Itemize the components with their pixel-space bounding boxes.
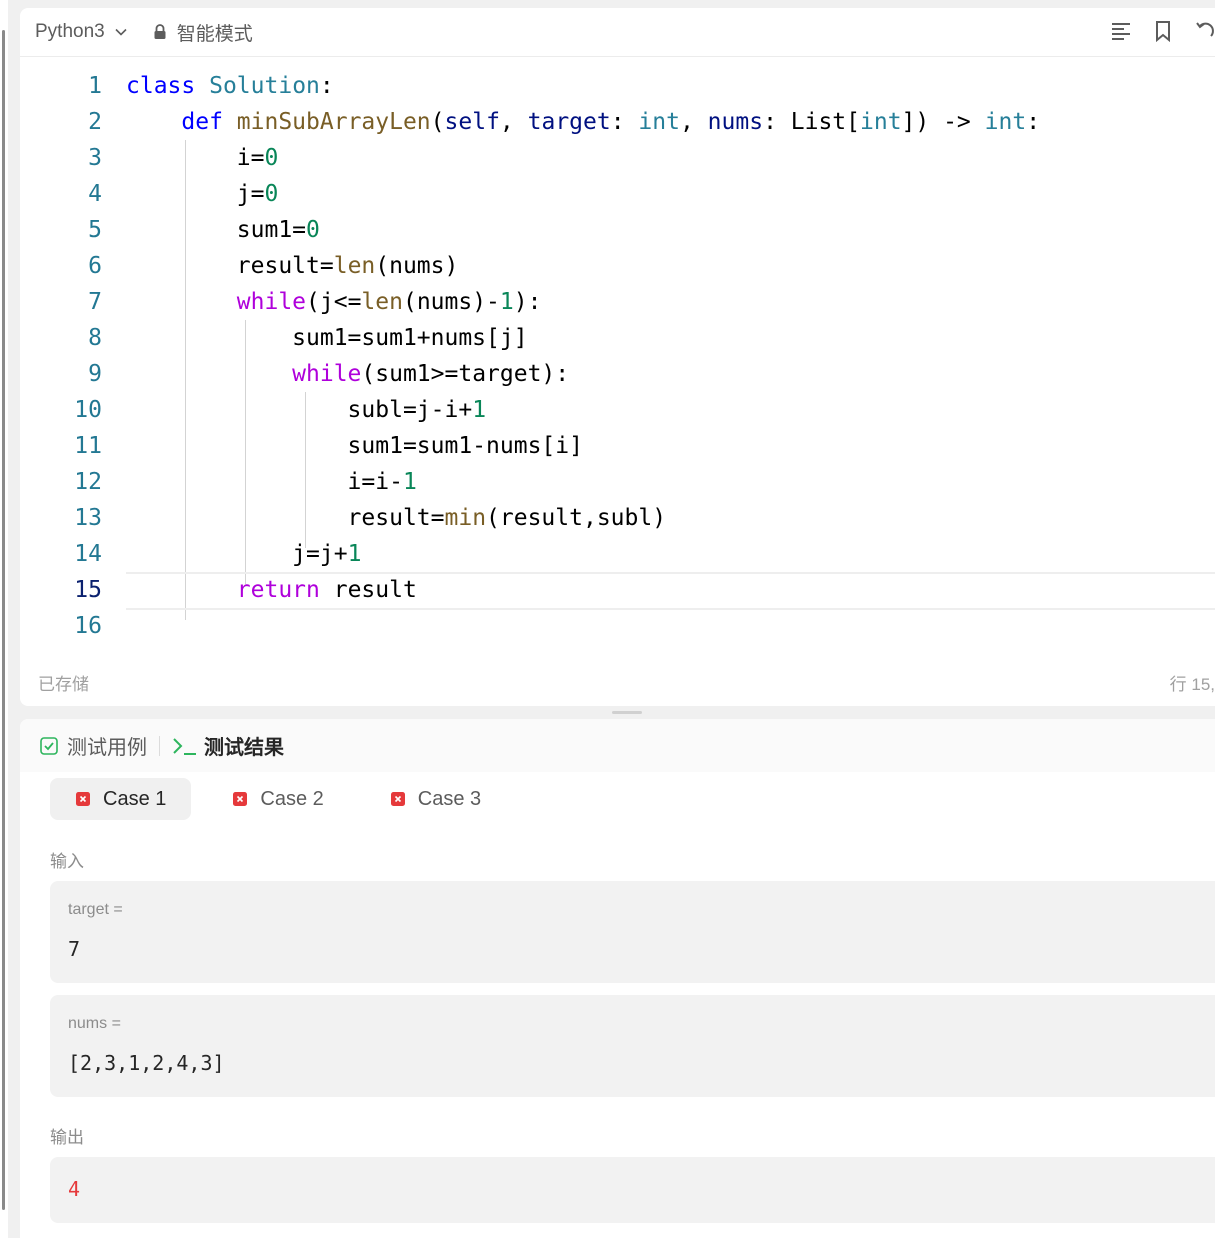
code-line[interactable]: 9 while(sum1>=target):	[20, 356, 1215, 392]
line-number: 8	[88, 325, 102, 351]
cursor-position: 行 15,	[1169, 675, 1215, 694]
code-line[interactable]: 4 j=0	[20, 176, 1215, 212]
case-label: Case 3	[417, 787, 482, 810]
error-icon	[390, 792, 405, 806]
code-text: j=0	[126, 181, 279, 207]
language-selector[interactable]: Python3	[35, 21, 127, 43]
code-text: class Solution:	[126, 73, 334, 99]
case-tab-3[interactable]: Case 3	[365, 778, 506, 820]
line-number: 2	[88, 109, 102, 135]
code-text: subl=j-i+1	[126, 397, 487, 423]
panel-resize-handle[interactable]	[612, 711, 642, 714]
code-text: result=min(result,subl)	[126, 505, 667, 531]
output-label: 输出	[50, 1128, 84, 1147]
code-text: j=j+1	[126, 541, 362, 567]
lock-icon	[154, 24, 166, 39]
tab-result-label: 测试结果	[204, 737, 284, 759]
panel-tabs: 测试用例 测试结果	[20, 719, 1215, 772]
format-icon[interactable]	[1111, 20, 1131, 42]
line-number: 7	[88, 289, 102, 315]
param-value: 7	[68, 937, 81, 961]
code-line[interactable]: 13 result=min(result,subl)	[20, 500, 1215, 536]
test-panel: 测试用例 测试结果 Case 1 Case 2 Case 3 输入 target…	[20, 719, 1215, 1238]
case-tab-1[interactable]: Case 1	[50, 778, 192, 820]
line-number: 14	[74, 541, 102, 567]
code-line[interactable]: 16	[20, 608, 1215, 644]
line-number: 13	[74, 505, 102, 531]
left-scrollbar[interactable]	[2, 30, 5, 1210]
code-text: result=len(nums)	[126, 253, 459, 279]
line-number: 16	[74, 613, 102, 639]
output-value: 4	[68, 1177, 81, 1201]
terminal-icon	[173, 737, 196, 755]
line-number: 4	[88, 181, 102, 207]
code-line[interactable]: 11 sum1=sum1-nums[i]	[20, 428, 1215, 464]
code-text: while(sum1>=target):	[292, 361, 570, 387]
code-line[interactable]: 14 j=j+1	[20, 536, 1215, 572]
code-text: sum1=0	[126, 217, 320, 243]
reset-icon[interactable]	[1195, 20, 1215, 42]
bookmark-icon[interactable]	[1153, 20, 1173, 42]
mode-label: 智能模式	[176, 23, 253, 45]
param-name: target =	[68, 901, 123, 918]
code-text: return result	[236, 577, 417, 603]
code-line[interactable]: 12 i=i-1	[20, 464, 1215, 500]
code-text: while(j<=len(nums)-1):	[236, 289, 542, 315]
input-label: 输入	[50, 852, 84, 871]
save-status: 已存储	[38, 675, 89, 694]
line-number: 11	[74, 433, 102, 459]
chevron-down-icon	[115, 28, 127, 36]
code-text: sum1=sum1+nums[j]	[126, 325, 528, 351]
param-name: nums =	[68, 1015, 121, 1032]
param-box-target[interactable]: target = 7	[50, 881, 1215, 983]
error-icon	[233, 792, 248, 806]
code-line[interactable]: 1 class Solution:	[20, 68, 1215, 104]
code-text: sum1=sum1-nums[i]	[126, 433, 583, 459]
line-number: 3	[88, 145, 102, 171]
code-line[interactable]: 7 while(j<=len(nums)-1):	[20, 284, 1215, 320]
checkbox-icon	[40, 736, 58, 755]
code-line[interactable]: 2 def minSubArrayLen(self, target: int, …	[20, 104, 1215, 140]
case-label: Case 2	[260, 787, 324, 810]
code-text: i=0	[126, 145, 279, 171]
line-number: 12	[74, 469, 102, 495]
code-editor-panel: Python3 智能模式 1 class Solution: 2 def minSu…	[20, 8, 1215, 706]
tab-divider	[159, 735, 160, 756]
line-number: 5	[88, 217, 102, 243]
param-box-nums[interactable]: nums = [2,3,1,2,4,3]	[50, 995, 1215, 1097]
code-line[interactable]: 10 subl=j-i+1	[20, 392, 1215, 428]
output-box: 4	[50, 1157, 1215, 1223]
line-number: 6	[88, 253, 102, 279]
left-edge	[0, 0, 8, 1238]
code-line[interactable]: 15 return result	[20, 572, 1215, 610]
error-icon	[76, 792, 90, 806]
language-label: Python3	[35, 21, 105, 42]
tab-testcase[interactable]: 测试用例	[40, 731, 147, 760]
line-number: 9	[88, 361, 102, 387]
param-value: [2,3,1,2,4,3]	[68, 1051, 225, 1075]
smart-mode[interactable]: 智能模式	[153, 19, 253, 46]
case-tab-2[interactable]: Case 2	[207, 778, 348, 820]
case-label: Case 1	[103, 787, 167, 810]
line-number: 1	[88, 73, 102, 99]
editor-toolbar: Python3 智能模式	[20, 8, 1215, 57]
code-line[interactable]: 5 sum1=0	[20, 212, 1215, 248]
tab-result[interactable]: 测试结果	[172, 731, 284, 760]
code-text: def minSubArrayLen(self, target: int, nu…	[181, 109, 1041, 135]
code-area[interactable]: 1 class Solution: 2 def minSubArrayLen(sel…	[20, 68, 1215, 644]
case-tabs: Case 1 Case 2 Case 3	[50, 778, 522, 820]
tab-testcase-label: 测试用例	[67, 737, 147, 759]
line-number: 15	[74, 577, 102, 603]
code-line[interactable]: 3 i=0	[20, 140, 1215, 176]
code-text: i=i-1	[126, 469, 417, 495]
line-number: 10	[74, 397, 102, 423]
code-line[interactable]: 6 result=len(nums)	[20, 248, 1215, 284]
code-line[interactable]: 8 sum1=sum1+nums[j]	[20, 320, 1215, 356]
